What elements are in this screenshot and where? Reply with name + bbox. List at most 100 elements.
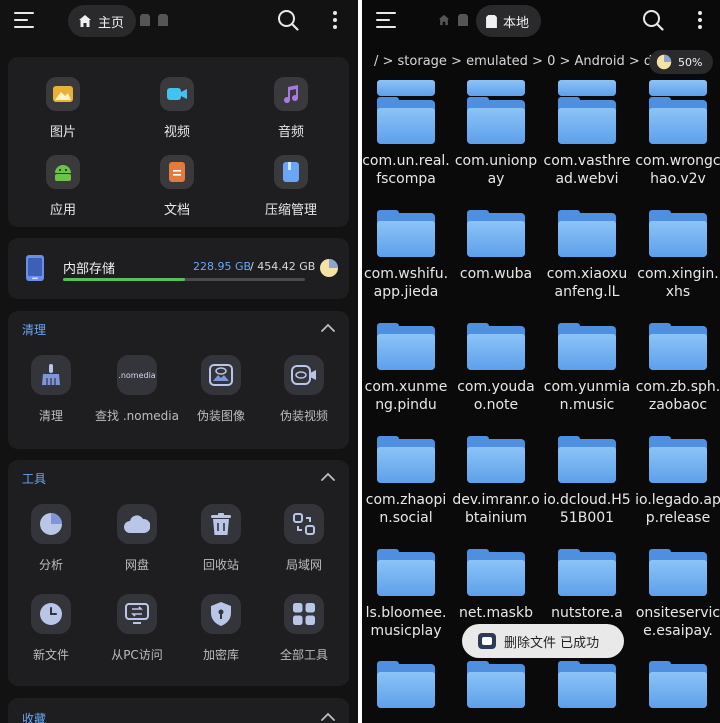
folder-name: com.unionpay <box>454 153 538 187</box>
menu-icon[interactable] <box>14 12 36 29</box>
folder-item[interactable] <box>634 80 720 96</box>
folder-item[interactable]: com.xiaoxuanfeng.lL <box>543 210 631 301</box>
home-icon <box>79 15 91 27</box>
folder-item[interactable]: com.xunmeng.pindu <box>362 323 450 414</box>
folder-item[interactable] <box>452 80 540 96</box>
home-top-bar: 主页 <box>0 0 358 42</box>
clean-item-2[interactable]: .nomedia 查找 .nomedia <box>94 355 180 424</box>
folder-item[interactable]: com.vasthread.webvi <box>543 97 631 188</box>
folder-item[interactable] <box>362 80 450 96</box>
folder-name: com.wrongchao.v2v <box>635 153 720 187</box>
folder-icon <box>649 97 707 144</box>
folder-icon <box>467 80 525 96</box>
folder-icon <box>377 549 435 596</box>
folder-item[interactable]: com.zhaopin.social <box>362 436 450 527</box>
folder-item[interactable] <box>362 661 450 708</box>
more-options-icon[interactable] <box>694 9 706 31</box>
folder-item[interactable]: com.xingin.xhs <box>634 210 720 301</box>
breadcrumb-path[interactable]: / > storage > emulated > 0 > Android > d… <box>374 54 673 69</box>
folder-icon <box>377 661 435 708</box>
nomedia-tag: .nomedia <box>118 370 156 380</box>
clean-item-label: 清理 <box>38 409 63 423</box>
folder-item[interactable]: io.legado.app.release <box>634 436 720 527</box>
folder-item[interactable]: com.unionpay <box>452 97 540 188</box>
chevron-up-icon[interactable] <box>321 323 335 333</box>
disguise-video-icon <box>284 355 324 395</box>
folder-item[interactable]: com.youdao.note <box>452 323 540 414</box>
folder-item[interactable]: com.yunmian.music <box>543 323 631 414</box>
folder-item[interactable]: com.wuba <box>452 210 540 301</box>
folder-name: com.xiaoxuanfeng.lL <box>546 266 628 300</box>
category-4[interactable]: 应用 <box>18 155 108 218</box>
pc-transfer-icon <box>117 594 157 634</box>
menu-icon[interactable] <box>376 12 398 29</box>
folder-item[interactable] <box>634 661 720 708</box>
folder-item[interactable] <box>543 80 631 96</box>
toast-notification: 删除文件 已成功 <box>462 624 624 658</box>
folder-item[interactable] <box>543 661 631 708</box>
tool-item-label: 回收站 <box>202 558 239 572</box>
folder-icon <box>467 436 525 483</box>
storage-percent-chip[interactable]: 50% <box>649 50 713 74</box>
tool-item-label: 加密库 <box>202 648 239 662</box>
folder-item[interactable]: ls.bloomee.musicplay <box>362 549 450 640</box>
clean-item-1[interactable]: 清理 <box>8 355 94 424</box>
folder-name: com.vasthread.webvi <box>543 153 631 187</box>
search-icon[interactable] <box>277 9 299 31</box>
category-label: 图片 <box>49 125 76 140</box>
internal-storage-card[interactable]: 内部存储 228.95 GB / 454.42 GB <box>8 238 349 299</box>
tool-item-1[interactable]: 分析 <box>8 504 94 573</box>
android-icon <box>46 155 80 189</box>
folder-item[interactable]: dev.imranr.obtainium <box>452 436 540 527</box>
category-2[interactable]: 视频 <box>132 77 222 140</box>
shield-icon <box>201 594 241 634</box>
more-options-icon[interactable] <box>329 9 341 31</box>
tab-home[interactable]: 主页 <box>68 5 137 37</box>
folder-item[interactable]: io.dcloud.H551B001 <box>543 436 631 527</box>
clean-item-label: 伪装图像 <box>196 409 245 423</box>
categories-card: 图片 视频 音频应用 文档 压缩管理 <box>8 57 349 227</box>
category-1[interactable]: 图片 <box>18 77 108 140</box>
folder-item[interactable]: onsiteservice.esaipay. <box>634 549 720 640</box>
folder-crumb-icon[interactable] <box>158 14 168 26</box>
tool-item-8[interactable]: 全部工具 <box>261 594 347 663</box>
file-browser-pane: 本地 / > storage > emulated > 0 > Android … <box>362 0 720 723</box>
folder-crumb-icon[interactable] <box>140 14 150 26</box>
clean-item-4[interactable]: 伪装视频 <box>261 355 347 424</box>
tool-item-6[interactable]: 从PC访问 <box>94 594 180 663</box>
tab-local[interactable]: 本地 <box>476 5 542 37</box>
folder-icon <box>558 436 616 483</box>
folder-item[interactable]: com.zb.sph.zaobaoc <box>634 323 720 414</box>
tool-item-2[interactable]: 网盘 <box>94 504 180 573</box>
category-3[interactable]: 音频 <box>246 77 336 140</box>
folder-item[interactable] <box>452 661 540 708</box>
folder-crumb-icon[interactable] <box>458 14 468 26</box>
folder-item[interactable]: com.wshifu.app.jieda <box>362 210 450 301</box>
folder-icon <box>377 323 435 370</box>
chevron-up-icon[interactable] <box>321 712 335 722</box>
tool-item-label: 局域网 <box>285 558 322 572</box>
folder-name: com.zb.sph.zaobaoc <box>635 379 720 413</box>
category-5[interactable]: 文档 <box>132 155 222 218</box>
storage-pie-icon[interactable] <box>319 258 339 278</box>
tool-item-4[interactable]: 局域网 <box>261 504 347 573</box>
trash-icon <box>201 504 241 544</box>
tool-item-3[interactable]: 回收站 <box>178 504 264 573</box>
storage-usage-fill <box>63 278 185 281</box>
folder-name: com.un.real.fscompa <box>362 153 450 187</box>
nomedia-icon: .nomedia <box>117 355 157 395</box>
search-icon[interactable] <box>642 9 664 31</box>
clean-item-3[interactable]: 伪装图像 <box>178 355 264 424</box>
tool-item-label: 网盘 <box>124 558 149 572</box>
folder-item[interactable]: com.wrongchao.v2v <box>634 97 720 188</box>
storage-usage-bar <box>63 278 305 281</box>
folder-name: com.zhaopin.social <box>365 492 447 526</box>
disguise-image-icon <box>201 355 241 395</box>
home-icon[interactable] <box>438 14 450 26</box>
chevron-up-icon[interactable] <box>321 472 335 482</box>
tool-item-7[interactable]: 加密库 <box>178 594 264 663</box>
category-6[interactable]: 压缩管理 <box>246 155 336 218</box>
folder-item[interactable]: com.un.real.fscompa <box>362 97 450 188</box>
storage-title: 内部存储 <box>63 262 116 277</box>
tool-item-5[interactable]: 新文件 <box>8 594 94 663</box>
